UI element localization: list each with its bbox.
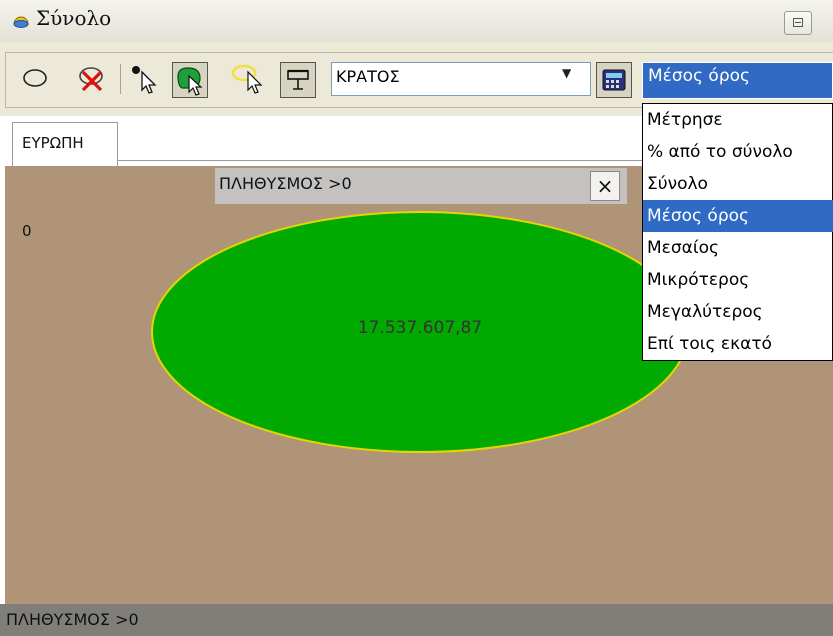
highlight-select-icon[interactable] [230, 62, 270, 100]
tab-europe-label: ΕΥΡΩΠΗ [22, 134, 84, 152]
shape-select-icon [177, 67, 203, 96]
filter-close-button[interactable]: × [590, 171, 620, 201]
filter-label: ΠΛΗΘΥΣΜΟΣ >0 [219, 174, 352, 193]
aggregate-option[interactable]: Μέτρησε [643, 104, 833, 136]
ellipse-select-icon[interactable] [22, 66, 50, 94]
aggregate-option[interactable]: Μεγαλύτερος [643, 296, 833, 328]
aggregate-option[interactable]: Μικρότερος [643, 264, 833, 296]
point-select-icon[interactable] [128, 62, 162, 100]
status-text: ΠΛΗΘΥΣΜΟΣ >0 [6, 610, 139, 629]
tab-strip-divider [118, 160, 642, 161]
app-icon [12, 12, 30, 30]
presentation-button[interactable] [280, 62, 316, 98]
title-bar [0, 0, 833, 42]
calculator-icon [602, 69, 626, 91]
aggregate-option[interactable]: Σύνολο [643, 168, 833, 200]
legend-value: 0 [22, 222, 32, 240]
state-combobox-value: ΚΡΑΤΟΣ [336, 67, 400, 86]
restore-icon [793, 18, 803, 27]
region-value-label: 17.537.607,87 [357, 318, 483, 338]
toolbar-separator [120, 64, 121, 94]
aggregate-option[interactable]: Επί τοις εκατό [643, 328, 833, 360]
window-title: Σύνολο [36, 6, 112, 30]
calculator-button[interactable] [596, 62, 632, 98]
aggregate-option[interactable]: Μεσαίος [643, 232, 833, 264]
shape-select-button[interactable] [172, 62, 208, 98]
aggregate-option[interactable]: Μέσος όρος [643, 200, 833, 232]
remove-selection-icon[interactable] [76, 62, 110, 100]
restore-button[interactable] [784, 11, 812, 35]
dropdown-arrow-icon[interactable]: ▼ [562, 66, 576, 88]
aggregate-option[interactable]: % από το σύνολο [643, 136, 833, 168]
aggregate-combobox-value: Μέσος όρος [648, 66, 750, 86]
presentation-icon [287, 69, 309, 90]
